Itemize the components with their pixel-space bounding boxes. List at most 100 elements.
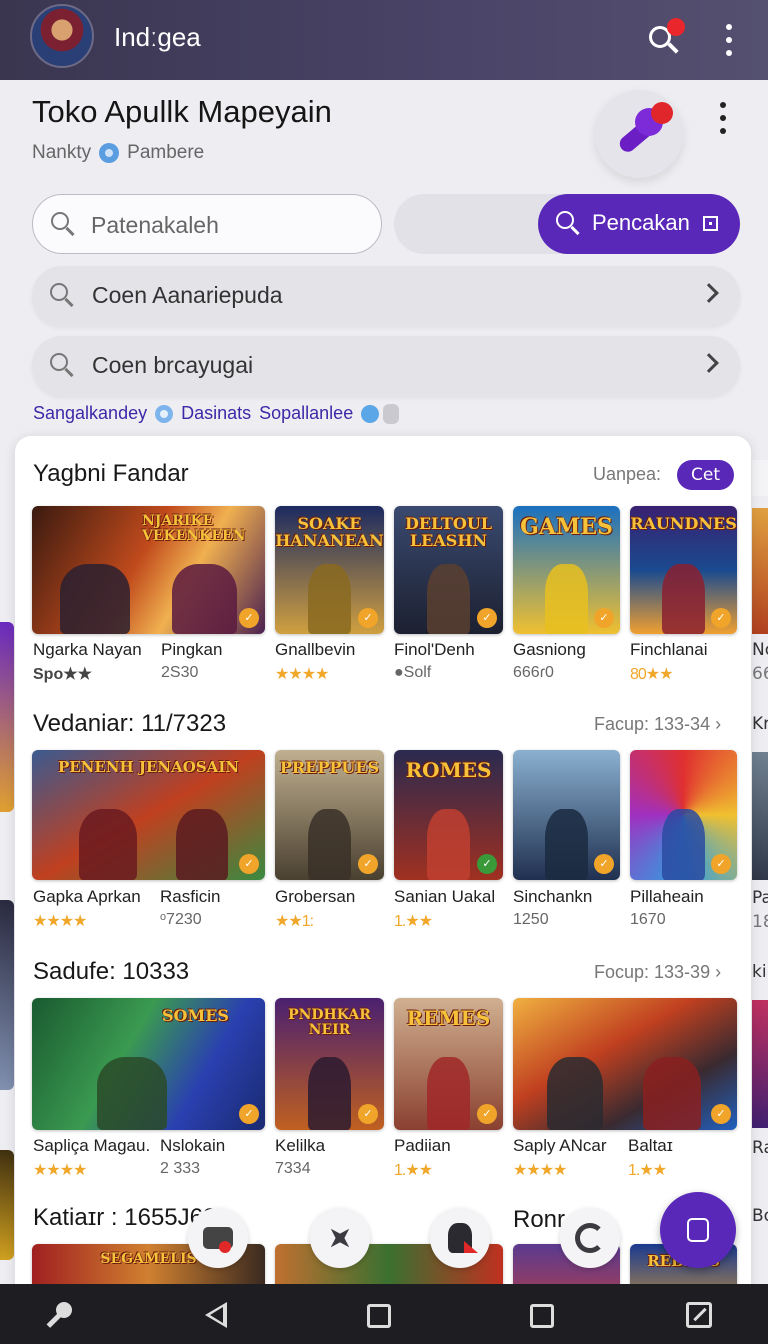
side-peek-text: Ra: [752, 1138, 768, 1158]
tag-link[interactable]: Sangalkandey: [33, 403, 147, 424]
download-badge-icon: ✓: [239, 608, 259, 628]
game-count: 2S30: [161, 664, 199, 681]
game-rating: 1.★★: [628, 1162, 667, 1179]
home-icon[interactable]: [367, 1304, 391, 1328]
search-icon: [48, 351, 78, 381]
suggestion-label: Coen brcayugai: [92, 352, 254, 378]
game-art-title: PENENH JENAOSAIN: [57, 758, 240, 776]
search-button[interactable]: Pencakan: [538, 194, 740, 254]
game-rating: ★★1:: [275, 913, 314, 930]
camera-icon[interactable]: [188, 1208, 248, 1268]
suggestion-row[interactable]: Coen Aanariepuda: [32, 266, 740, 326]
game-tile[interactable]: PREPPUES ✓: [275, 750, 384, 880]
game-name: Sapliça Magau.: [33, 1136, 151, 1155]
tag-link[interactable]: Sopallanlee: [259, 403, 353, 424]
game-rating: ●Solf: [394, 664, 432, 681]
more-vert-icon[interactable]: [718, 102, 728, 134]
recents-icon[interactable]: [530, 1304, 554, 1328]
side-peek-text: kil: [752, 962, 768, 982]
microphone-icon[interactable]: [595, 90, 683, 178]
game-tile[interactable]: PNDHKAR NEIR ✓: [275, 998, 384, 1130]
section-meta[interactable]: Facup: 133-34 ›: [594, 714, 721, 735]
game-count: 1250: [513, 911, 549, 928]
app-title: Indːgea: [114, 22, 201, 52]
game-rating: 1.★★: [394, 913, 433, 930]
game-name: Ngarka Nayan: [33, 640, 142, 659]
download-badge-icon: ✓: [239, 1104, 259, 1124]
download-badge-icon: ✓: [239, 854, 259, 874]
download-badge-icon: ✓: [358, 854, 378, 874]
game-tile[interactable]: REMES ✓: [394, 998, 503, 1130]
suggestion-row[interactable]: Coen brcayugai: [32, 336, 740, 396]
game-rating: 1.★★: [394, 1162, 433, 1179]
game-name: Finchlanai: [630, 640, 708, 659]
rotate-icon[interactable]: [686, 1302, 712, 1328]
more-vert-icon[interactable]: [724, 24, 734, 56]
download-badge-icon: ✓: [358, 1104, 378, 1124]
game-name: Rasficin: [160, 887, 221, 906]
game-rating: Spo★★: [33, 666, 92, 683]
compose-icon[interactable]: [660, 1192, 736, 1268]
game-tile[interactable]: SOAKE HANANEAN ✓: [275, 506, 384, 634]
game-count: 666ɾ0: [513, 664, 554, 681]
game-tile[interactable]: ✓: [630, 750, 737, 880]
game-tile[interactable]: DELTOUL LEASHN ✓: [394, 506, 503, 634]
character-icon[interactable]: [430, 1208, 490, 1268]
download-badge-icon: ✓: [594, 854, 614, 874]
search-icon[interactable]: [645, 18, 685, 60]
info-icon: [99, 143, 120, 163]
section-meta[interactable]: Focup: 133-39 ›: [594, 962, 721, 983]
search-input[interactable]: [91, 207, 371, 243]
chevron-right-icon: [699, 353, 719, 373]
game-art-title: SOMES: [162, 1006, 229, 1025]
side-peek-right: [752, 1000, 768, 1128]
game-tile[interactable]: RAUNDNES ✓: [630, 506, 737, 634]
pin-icon: [361, 404, 380, 423]
search-field[interactable]: [32, 194, 382, 254]
download-badge-icon: ✓: [477, 608, 497, 628]
game-art-title: GAMES: [520, 514, 613, 540]
subtitle-text: Nankty: [32, 142, 92, 163]
game-count: 1670: [630, 911, 666, 928]
get-button[interactable]: Cet: [677, 460, 734, 490]
game-tile[interactable]: NJARIKE VEKENKEEN ✓: [32, 506, 265, 634]
game-tile[interactable]: ✓: [513, 998, 737, 1130]
back-icon[interactable]: [205, 1302, 227, 1328]
chevron-right-icon: [699, 283, 719, 303]
side-peek-right: [752, 460, 768, 496]
game-tile[interactable]: SOMES ✓: [32, 998, 265, 1130]
search-icon: [554, 209, 584, 239]
shuriken-icon[interactable]: [310, 1208, 370, 1268]
helmet-icon[interactable]: [560, 1208, 620, 1268]
game-rating: 80★★: [630, 666, 673, 683]
game-art-title: RAUNDNES: [630, 514, 737, 533]
search-icon: [49, 210, 79, 240]
game-rating: ★★★★: [275, 666, 329, 683]
app-bar: Indːgea: [0, 0, 768, 80]
download-badge-icon: ✓: [358, 608, 378, 628]
lock-icon: [383, 403, 400, 424]
subtitle-tag[interactable]: Pambere: [127, 142, 204, 164]
game-count: ᵒ7230: [160, 911, 202, 928]
side-peek-text: 66: [752, 664, 768, 684]
key-icon[interactable]: [44, 1302, 72, 1330]
tag-link[interactable]: Dasinats: [181, 403, 251, 424]
game-art-title: SOAKE HANANEAN: [275, 514, 384, 550]
game-art-title: DELTOUL LEASHN: [404, 514, 493, 550]
side-peek-left: [0, 1150, 14, 1260]
filter-box-icon: [703, 216, 718, 231]
section-title: Sadufe: 10333: [33, 958, 190, 985]
section-title: Ronr: [513, 1206, 566, 1233]
game-name: Sinchankn: [513, 887, 593, 906]
game-name: Nslokain: [160, 1136, 226, 1155]
avatar[interactable]: [30, 4, 94, 68]
side-peek-text: Bo: [752, 1206, 768, 1226]
section-title: Yagbni Fandar: [33, 460, 189, 487]
game-tile[interactable]: ✓: [513, 750, 620, 880]
game-tile[interactable]: ROMES ✓: [394, 750, 503, 880]
game-tile[interactable]: PENENH JENAOSAIN ✓: [32, 750, 265, 880]
game-tile[interactable]: GAMES ✓: [513, 506, 620, 634]
download-badge-icon: ✓: [594, 608, 614, 628]
section-title: Vedaniar: 11/7323: [33, 710, 227, 737]
system-navigation-bar: [0, 1284, 768, 1344]
